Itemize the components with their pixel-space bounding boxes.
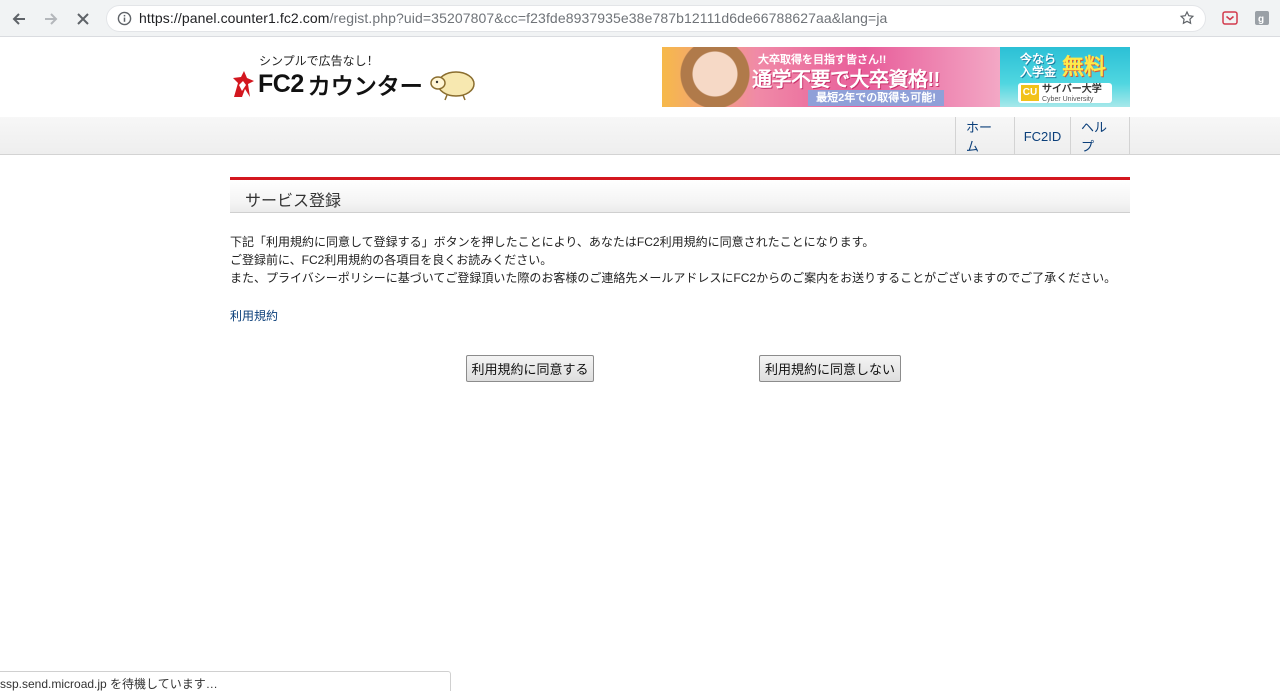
extension-g-icon[interactable]: g [1253, 9, 1271, 27]
ad-model-image [676, 47, 754, 107]
address-bar[interactable]: https://panel.counter1.fc2.com/regist.ph… [106, 5, 1206, 32]
ad-university-badge: CU サイバー大学 Cyber University [1018, 83, 1112, 103]
ad-main-panel: 大卒取得を目指す皆さん!! 通学不要で大卒資格!! 最短2年での取得も可能! [662, 47, 1000, 107]
description-line: また、プライバシーポリシーに基づいてご登録頂いた際のお客様のご連絡先メールアドレ… [230, 271, 1117, 285]
nav-fc2id[interactable]: FC2ID [1015, 117, 1071, 155]
ad-side-panel: 今なら入学金 無料 CU サイバー大学 Cyber University [1000, 47, 1130, 107]
description-line: ご登録前に、FC2利用規約の各項目を良くお読みください。 [230, 253, 553, 267]
section-title-bar: サービス登録 [230, 177, 1130, 213]
logo-text: FC2 [258, 69, 304, 98]
ad-university-sub: Cyber University [1042, 96, 1094, 103]
page-title: サービス登録 [245, 193, 342, 210]
ad-university-name: サイバー大学 [1042, 84, 1102, 95]
description-line: 下記「利用規約に同意して登録する」ボタンを押したことにより、あなたはFC2利用規… [230, 235, 875, 249]
mascot-sheep-icon [429, 71, 475, 101]
fc2-counter-logo[interactable]: FC2 カウンター [230, 67, 477, 101]
forward-arrow-icon[interactable] [40, 8, 62, 30]
logo-kana: カウンター [307, 73, 423, 99]
disagree-button[interactable]: 利用規約に同意しない [759, 355, 901, 382]
ad-copy-headline: 通学不要で大卒資格!! [752, 69, 940, 91]
registration-description: 下記「利用規約に同意して登録する」ボタンを押したことにより、あなたはFC2利用規… [230, 233, 1130, 287]
ad-side-free: 無料 [1062, 54, 1107, 79]
browser-status-bar: ssp.send.microad.jp を待機しています… [0, 671, 451, 691]
terms-link[interactable]: 利用規約 [230, 307, 278, 324]
status-text: ssp.send.microad.jp を待機しています… [0, 677, 218, 691]
info-icon[interactable] [117, 11, 132, 30]
ad-side-copy: 今なら入学金 [1020, 52, 1057, 79]
ad-banner[interactable]: 大卒取得を目指す皆さん!! 通学不要で大卒資格!! 最短2年での取得も可能! 今… [662, 47, 1130, 107]
nav-home[interactable]: ホーム [956, 117, 1015, 155]
svg-text:g: g [1258, 14, 1264, 25]
ad-copy-line3: 最短2年での取得も可能! [808, 90, 944, 106]
stop-loading-icon[interactable] [72, 8, 94, 30]
site-header: シンプルで広告なし！ FC2 カウンター 大卒取得を目指す皆さん!! 通学不要で… [0, 37, 1280, 117]
fc2-unicorn-icon [233, 71, 254, 97]
global-nav: ホーム FC2ID ヘルプ [0, 117, 1280, 155]
browser-toolbar: https://panel.counter1.fc2.com/regist.ph… [0, 0, 1280, 37]
pocket-extension-icon[interactable] [1221, 9, 1239, 27]
nav-help[interactable]: ヘルプ [1071, 117, 1130, 155]
back-arrow-icon[interactable] [8, 8, 30, 30]
agree-button[interactable]: 利用規約に同意する [466, 355, 594, 382]
url-text: https://panel.counter1.fc2.com/regist.ph… [139, 10, 888, 26]
cu-logo-icon: CU [1021, 85, 1039, 101]
bookmark-star-icon[interactable] [1179, 10, 1195, 30]
